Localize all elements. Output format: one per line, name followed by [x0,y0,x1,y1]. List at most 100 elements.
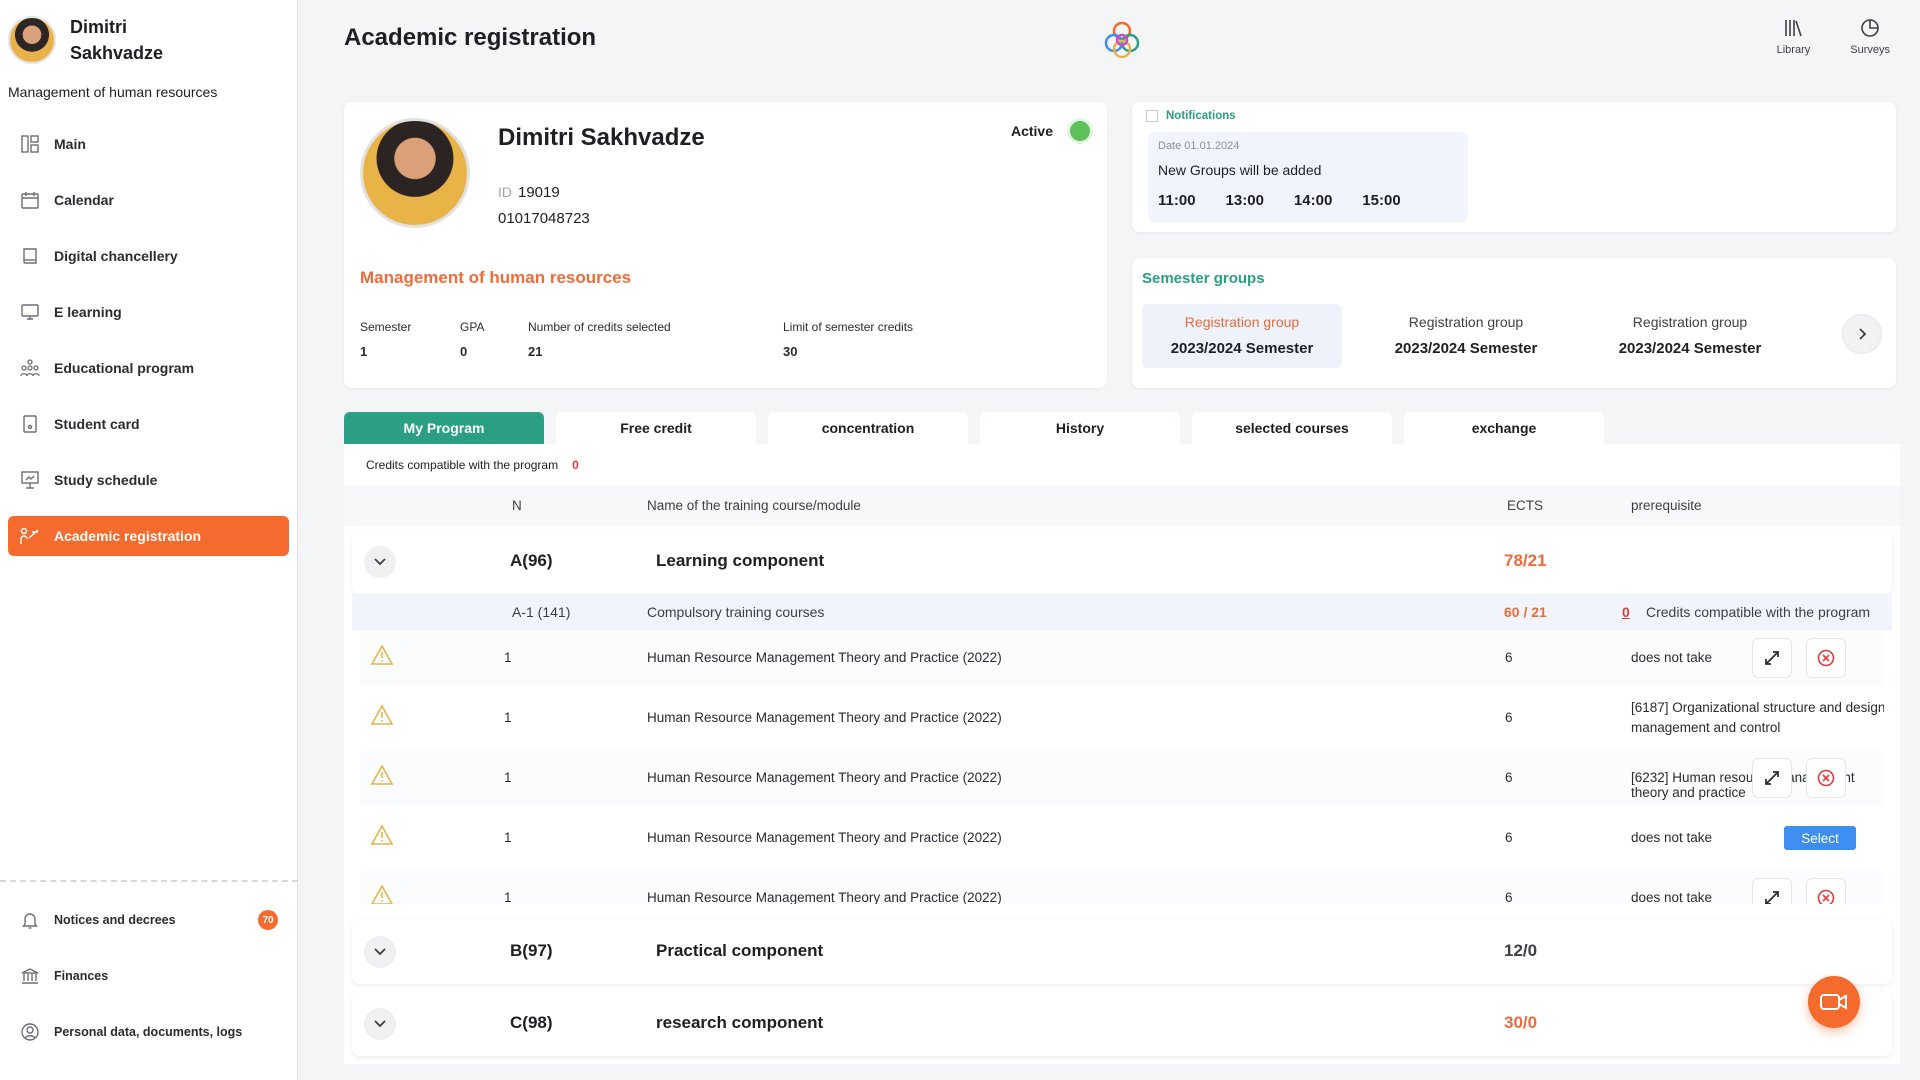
sidebar-item-notices[interactable]: Notices and decrees 70 [8,900,290,940]
sidebar-item-label: Main [54,136,86,152]
group-semester: 2023/2024 Semester [1170,340,1314,357]
profile-id-label: ID [498,184,512,200]
section-code: A(96) [510,551,553,570]
video-call-button[interactable] [1808,976,1860,1028]
notifications-header: Notifications [1146,110,1236,122]
bank-icon [20,966,40,986]
sidebar-item-finances[interactable]: Finances [8,956,290,996]
tab-selected-courses[interactable]: selected courses [1192,412,1392,444]
table-row[interactable]: 1 Human Resource Management Theory and P… [360,810,1884,866]
surveys-label: Surveys [1850,44,1890,56]
library-button[interactable]: Library [1776,18,1811,56]
subgroup-credits-label: Credits compatible with the program [1646,604,1871,620]
close-circle-icon [1817,769,1835,787]
table-row[interactable]: 1 Human Resource Management Theory and P… [360,750,1884,806]
table-row[interactable]: 1 Human Resource Management Theory and P… [360,630,1884,686]
avatar[interactable] [8,16,56,64]
course-name: Human Resource Management Theory and Pra… [647,770,1002,785]
sidebar-item-main[interactable]: Main [8,124,289,164]
subgroup-row: A-1 (141) Compulsory training courses 60… [352,594,1892,630]
app-logo-icon [1104,21,1140,59]
group-label: Registration group [1632,314,1748,330]
expand-toggle[interactable] [364,546,396,578]
profile-avatar [360,118,470,228]
notification-time: 15:00 [1362,192,1401,209]
notification-time: 13:00 [1225,192,1264,209]
sidebar-nav: Main Calendar Digital chancellery E lear… [0,124,297,556]
sidebar-item-student-card[interactable]: Student card [8,404,289,444]
section-code: C(98) [510,1013,553,1032]
section-name: research component [656,1013,824,1032]
expand-toggle[interactable] [364,1008,396,1040]
tab-exchange[interactable]: exchange [1404,412,1604,444]
expand-button[interactable] [1752,638,1792,678]
sidebar-item-label: Study schedule [54,472,158,488]
sidebar-item-label: E learning [54,304,122,320]
groups-next-button[interactable] [1842,314,1882,354]
notification-time: 11:00 [1158,192,1196,209]
sidebar-item-academic-registration[interactable]: Academic registration [8,516,289,556]
section-name: Practical component [656,941,824,960]
sidebar: Dimitri Sakhvadze Management of human re… [0,0,298,1080]
stat-value: 21 [528,344,543,359]
sidebar-item-label: Academic registration [54,528,202,544]
table-row[interactable]: 1 Human Resource Management Theory and P… [360,690,1884,746]
group-label: Registration group [1184,314,1300,330]
sidebar-item-label: Finances [54,969,109,983]
section-name: Learning component [656,551,825,570]
tab-history[interactable]: History [980,412,1180,444]
course-n: 1 [504,830,512,845]
section-row-c[interactable]: C(98) research component 30/0 [352,992,1892,1056]
presentation-icon [20,470,40,490]
program-credits-line: Credits compatible with the program 0 [366,458,579,472]
program-credits-label: Credits compatible with the program [366,458,559,472]
notifications-title: Notifications [1166,110,1236,122]
sidebar-item-personal-data[interactable]: Personal data, documents, logs [8,1012,290,1052]
card-icon [20,414,40,434]
course-ects: 6 [1505,710,1513,725]
warning-icon [370,824,394,845]
table-row[interactable]: 1 Human Resource Management Theory and P… [360,870,1884,904]
library-icon [1785,20,1803,37]
program-credits-value: 0 [572,458,579,472]
remove-button[interactable] [1806,878,1846,904]
chevron-down-icon [374,948,386,956]
expand-button[interactable] [1752,758,1792,798]
tab-my-program[interactable]: My Program [344,412,544,444]
table-header: N Name of the training course/module ECT… [344,486,1900,526]
library-label: Library [1776,44,1811,56]
warning-icon [370,764,394,785]
chevron-down-icon [374,558,386,566]
select-course-button[interactable]: Select [1784,826,1856,850]
registration-group-3[interactable]: Registration group 2023/2024 Semester [1590,304,1790,368]
stat-label: Semester [360,320,412,334]
remove-button[interactable] [1806,638,1846,678]
expand-toggle[interactable] [364,936,396,968]
remove-button[interactable] [1806,758,1846,798]
course-ects: 6 [1505,770,1513,785]
sidebar-item-study-schedule[interactable]: Study schedule [8,460,289,500]
section-ects: 78/21 [1504,551,1547,570]
sidebar-item-digital-chancellery[interactable]: Digital chancellery [8,236,289,276]
registration-group-2[interactable]: Registration group 2023/2024 Semester [1366,304,1566,368]
sidebar-item-e-learning[interactable]: E learning [8,292,289,332]
book-icon [20,246,40,266]
surveys-button[interactable]: Surveys [1850,18,1890,56]
stat-semester: Semester 1 [360,320,460,359]
sidebar-item-calendar[interactable]: Calendar [8,180,289,220]
registration-icon [20,526,40,546]
notification-item[interactable]: Date 01.01.2024 New Groups will be added… [1148,132,1468,222]
registration-group-1[interactable]: Registration group 2023/2024 Semester [1142,304,1342,368]
profile-department: Management of human resources [360,268,632,287]
stat-label: Limit of semester credits [783,320,914,334]
sidebar-item-educational-program[interactable]: Educational program [8,348,289,388]
tab-concentration[interactable]: concentration [768,412,968,444]
stat-label: GPA [460,320,485,334]
section-row-b[interactable]: B(97) Practical component 12/0 [352,920,1892,984]
notices-count-badge: 70 [258,910,278,930]
expand-button[interactable] [1752,878,1792,904]
profile-id: ID 19019 [498,184,560,201]
section-row-a[interactable]: A(96) Learning component 78/21 [352,530,1892,594]
warning-icon [371,884,393,904]
tab-free-credit[interactable]: Free credit [556,412,756,444]
